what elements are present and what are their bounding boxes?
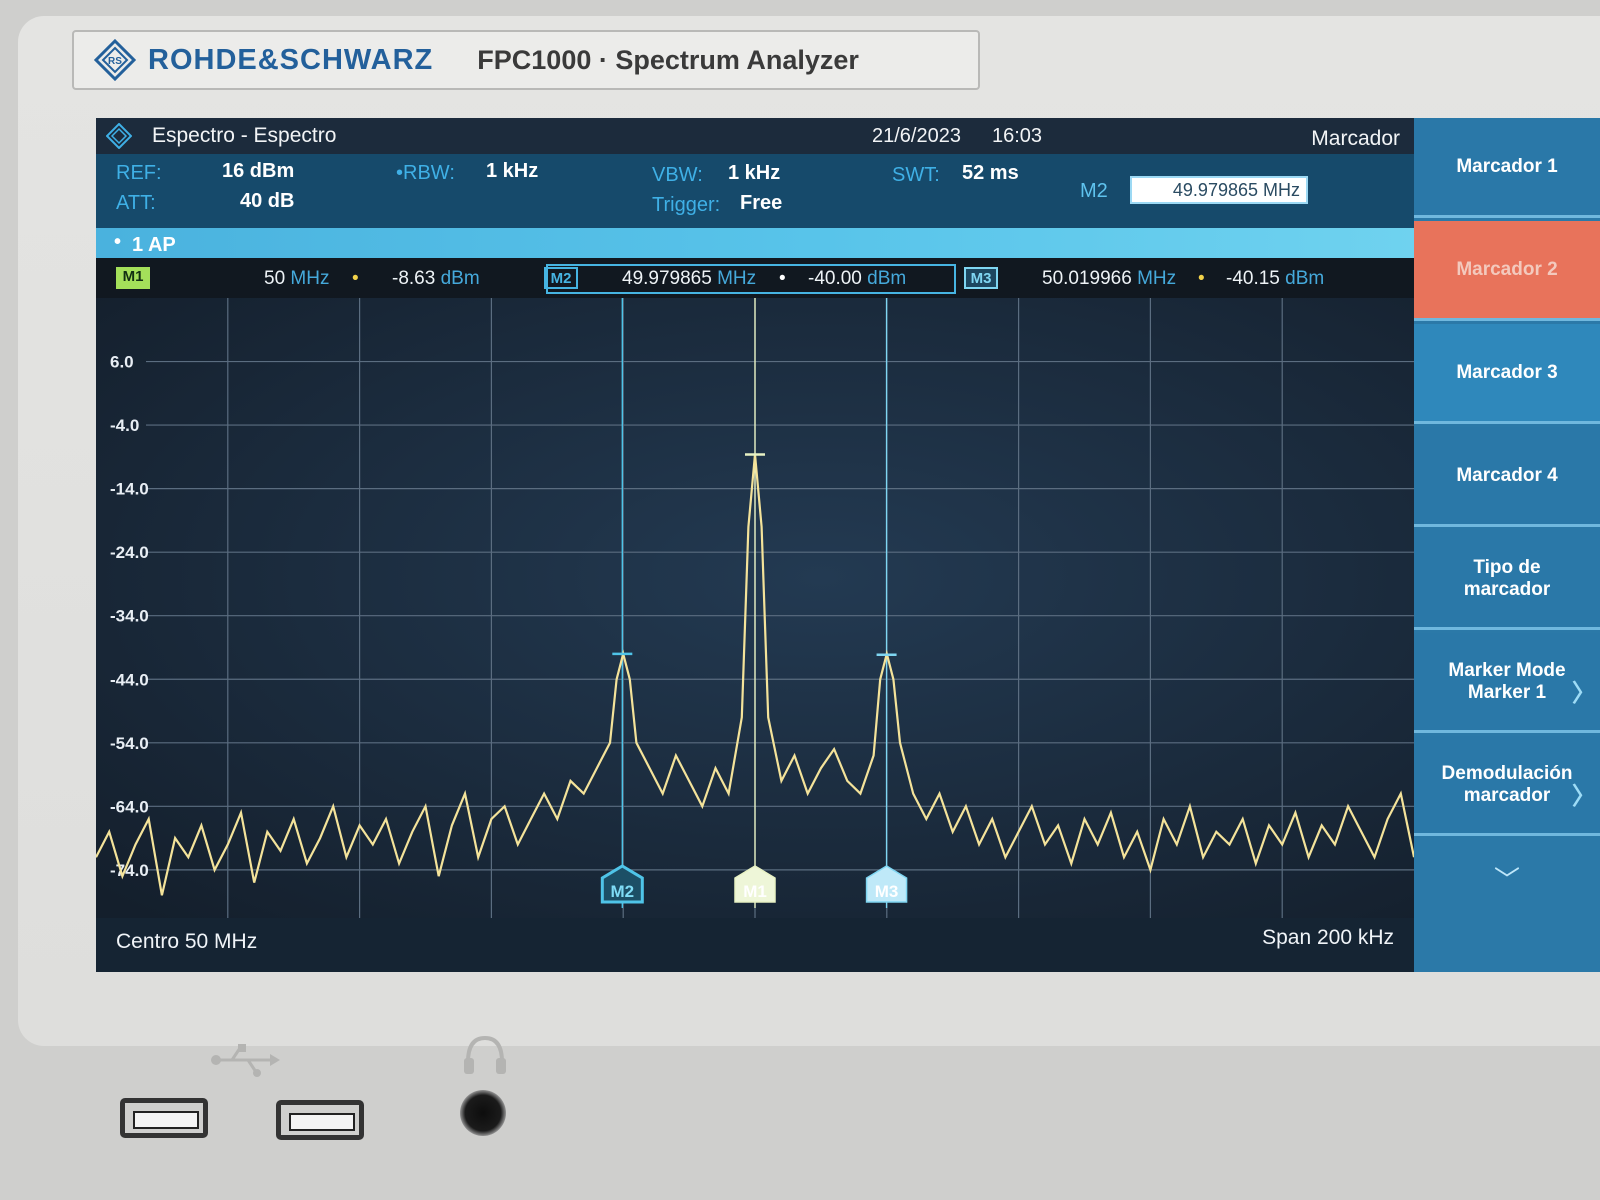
title-bar: Espectro - Espectro 21/6/2023 16:03 Marc…	[96, 118, 1414, 154]
marker-flag-label: M2	[610, 882, 634, 901]
chevron-down-icon[interactable]: ﹀	[1414, 860, 1600, 897]
mode-title: Espectro - Espectro	[152, 124, 337, 147]
m2-level: -40.00 dBm	[808, 268, 906, 290]
rbw-label: •RBW:	[396, 162, 455, 184]
device-model: FPC1000 · Spectrum Analyzer	[477, 44, 859, 75]
m1-level: -8.63 dBm	[392, 268, 480, 290]
y-tick-label: -74.0	[110, 861, 149, 880]
marker-freq-entry: M2	[1080, 176, 1308, 204]
trace-label-bar: • 1 AP BrEs	[96, 228, 1414, 279]
swt-value[interactable]: 52 ms	[962, 162, 1019, 185]
y-tick-label: 6.0	[110, 353, 134, 372]
parameter-panel: REF: 16 dBm ATT: 40 dB •RBW: 1 kHz VBW: …	[96, 154, 1414, 228]
marker-flag-label: M1	[743, 882, 767, 901]
usb-icon	[211, 1044, 280, 1077]
time-display: 16:03	[992, 125, 1043, 147]
analyzer-screen: Espectro - Espectro 21/6/2023 16:03 Marc…	[96, 118, 1600, 972]
y-tick-label: -34.0	[110, 607, 149, 626]
att-label: ATT:	[116, 192, 156, 214]
marker-frequency-input[interactable]	[1130, 176, 1308, 204]
footer-bar: Centro 50 MHz Span 200 kHz	[96, 918, 1414, 972]
span-value[interactable]: Span 200 kHz	[1262, 926, 1394, 950]
usb-port-slot	[289, 1113, 355, 1131]
m1-freq-unit: MHz	[290, 268, 330, 289]
m1-frequency: 50 MHz	[264, 268, 329, 290]
m1-level-value: -8.63	[392, 268, 436, 289]
m3-dot: •	[1198, 268, 1205, 289]
ref-label: REF:	[116, 162, 162, 184]
m3-level-value: -40.15	[1226, 268, 1280, 289]
rbw-label-text: RBW:	[403, 162, 455, 184]
y-tick-label: -44.0	[110, 670, 149, 689]
menu-title: Marcador	[1311, 127, 1400, 150]
chevron-right-icon: 〉	[1572, 783, 1596, 810]
marker-input-label: M2	[1080, 180, 1108, 202]
softkey-panel: Marcador 1 Marcador 2 Marcador 3 Marcado…	[1414, 118, 1600, 972]
usb-port-1[interactable]	[120, 1098, 208, 1138]
y-tick-label: -64.0	[110, 797, 149, 816]
softkey-label: Marker Mode Marker 1	[1448, 659, 1566, 703]
trigger-label: Trigger:	[652, 194, 721, 216]
usb-port-slot	[133, 1111, 199, 1129]
chevron-right-icon: 〉	[1572, 680, 1596, 707]
m2-dot: •	[779, 268, 786, 289]
trigger-value[interactable]: Free	[740, 192, 782, 215]
vbw-value[interactable]: 1 kHz	[728, 162, 780, 185]
audio-jack[interactable]	[460, 1090, 506, 1136]
center-frequency[interactable]: Centro 50 MHz	[116, 930, 257, 954]
trace-label: • 1 AP BrEs	[114, 231, 179, 279]
m2-freq-value: 49.979865	[622, 268, 712, 289]
spectrum-plot[interactable]: 6.0 -4.0 -14.0 -24.0 -34.0 -44.0 -54.0 -64.0 -74…	[96, 298, 1414, 918]
softkey-label: Tipo de marcador	[1463, 556, 1551, 600]
softkey-marcador-2[interactable]: Marcador 2	[1414, 221, 1600, 321]
softkey-label: Demodulación marcador	[1441, 762, 1573, 806]
headphone-icon	[464, 1035, 506, 1074]
marker-tag-m3[interactable]: M3	[964, 267, 998, 289]
marker-flag-label: M3	[875, 882, 899, 901]
svg-text:RS: RS	[108, 56, 122, 67]
m2-frequency: 49.979865 MHz	[622, 268, 756, 290]
softkey-demodulacion-marcador[interactable]: Demodulación marcador 〉	[1414, 736, 1600, 836]
m1-freq-value: 50	[264, 268, 286, 289]
m3-freq-unit: MHz	[1137, 268, 1177, 289]
m3-frequency: 50.019966 MHz	[1042, 268, 1176, 290]
softkey-label: Marcador 1	[1456, 155, 1558, 177]
ref-value[interactable]: 16 dBm	[222, 160, 294, 183]
y-tick-label: -4.0	[110, 416, 139, 435]
marker-tag-m2[interactable]: M2	[544, 267, 578, 289]
marker-readout-row: M1 50 MHz • -8.63 dBm M2 49.979865 MHz •…	[96, 258, 1414, 298]
y-tick-label: -14.0	[110, 480, 149, 499]
att-value[interactable]: 40 dB	[240, 190, 294, 213]
softkey-marcador-1[interactable]: Marcador 1	[1414, 118, 1600, 218]
m1-level-unit: dBm	[440, 268, 480, 289]
vbw-label: VBW:	[652, 164, 703, 186]
m3-freq-value: 50.019966	[1042, 268, 1132, 289]
softkey-tipo-de-marcador[interactable]: Tipo de marcador	[1414, 530, 1600, 630]
date-display: 21/6/2023	[872, 125, 961, 147]
rs-logo-icon: RS	[94, 39, 136, 81]
m3-level: -40.15 dBm	[1226, 268, 1324, 290]
swt-label: SWT:	[892, 164, 940, 186]
brand-plate: RS ROHDE&SCHWARZ FPC1000 · Spectrum Anal…	[72, 30, 980, 90]
softkey-marker-mode[interactable]: Marker Mode Marker 1 〉	[1414, 633, 1600, 733]
marker-tag-m1[interactable]: M1	[116, 267, 150, 289]
m1-dot: •	[352, 268, 359, 289]
m3-level-unit: dBm	[1285, 268, 1325, 289]
softkey-label: Marcador 2	[1456, 258, 1558, 280]
y-tick-label: -54.0	[110, 734, 149, 753]
softkey-label: Marcador 4	[1456, 464, 1558, 486]
rbw-value[interactable]: 1 kHz	[486, 160, 538, 183]
m2-level-unit: dBm	[867, 268, 907, 289]
rs-app-icon	[106, 123, 132, 149]
m2-freq-unit: MHz	[717, 268, 757, 289]
usb-port-2[interactable]	[276, 1100, 364, 1140]
m2-level-value: -40.00	[808, 268, 862, 289]
y-tick-label: -24.0	[110, 543, 149, 562]
softkey-marcador-4[interactable]: Marcador 4	[1414, 427, 1600, 527]
brand-name: ROHDE&SCHWARZ	[148, 43, 434, 76]
softkey-label: Marcador 3	[1456, 361, 1558, 383]
softkey-marcador-3[interactable]: Marcador 3	[1414, 324, 1600, 424]
